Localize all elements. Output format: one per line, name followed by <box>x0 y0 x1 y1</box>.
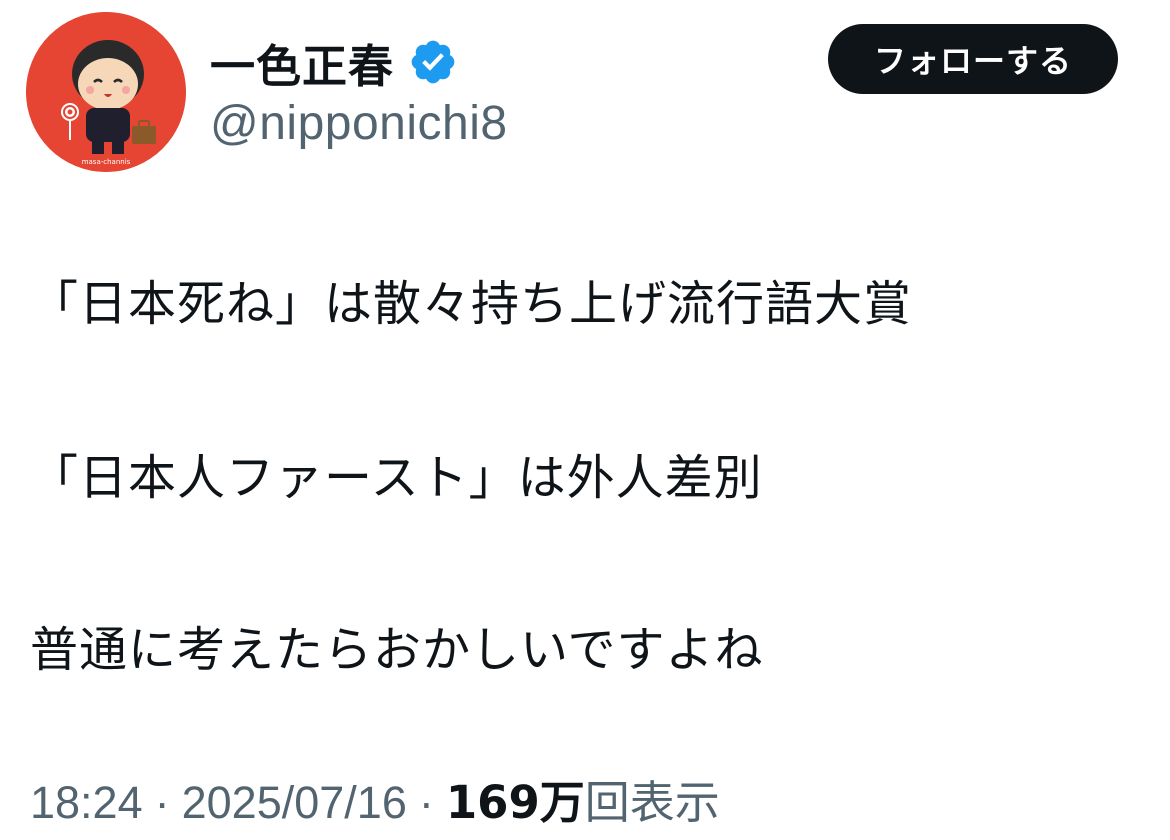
meta-separator: · <box>418 777 434 828</box>
name-row: 一色正春 <box>210 30 458 94</box>
tweet-meta: 18:24 · 2025/07/16 · 169万 回表示 <box>30 766 720 831</box>
avatar[interactable]: masa-channis <box>26 12 186 172</box>
tweet-text-line-2: 「日本人ファースト」は外人差別 <box>30 450 763 506</box>
verified-badge-icon <box>408 37 458 87</box>
views-label: 回表示 <box>584 776 720 829</box>
views-count: 169万 <box>445 776 585 829</box>
display-name[interactable]: 一色正春 <box>210 30 394 95</box>
meta-separator: · <box>154 777 170 828</box>
post-time[interactable]: 18:24 <box>30 777 143 829</box>
follow-button[interactable]: フォローする <box>828 24 1118 94</box>
user-handle[interactable]: @nipponichi8 <box>210 96 508 151</box>
cartoon-boy-avatar-icon: masa-channis <box>26 12 186 172</box>
avatar-caption: masa-channis <box>82 158 131 166</box>
tweet-text-line-1: 「日本死ね」は散々持ち上げ流行語大賞 <box>30 276 913 332</box>
post-date[interactable]: 2025/07/16 <box>182 777 407 829</box>
tweet: masa-channis 一色正春 @nipponichi8 フォローする 「日… <box>0 0 1170 840</box>
tweet-text-line-3: 普通に考えたらおかしいですよね <box>30 622 764 678</box>
